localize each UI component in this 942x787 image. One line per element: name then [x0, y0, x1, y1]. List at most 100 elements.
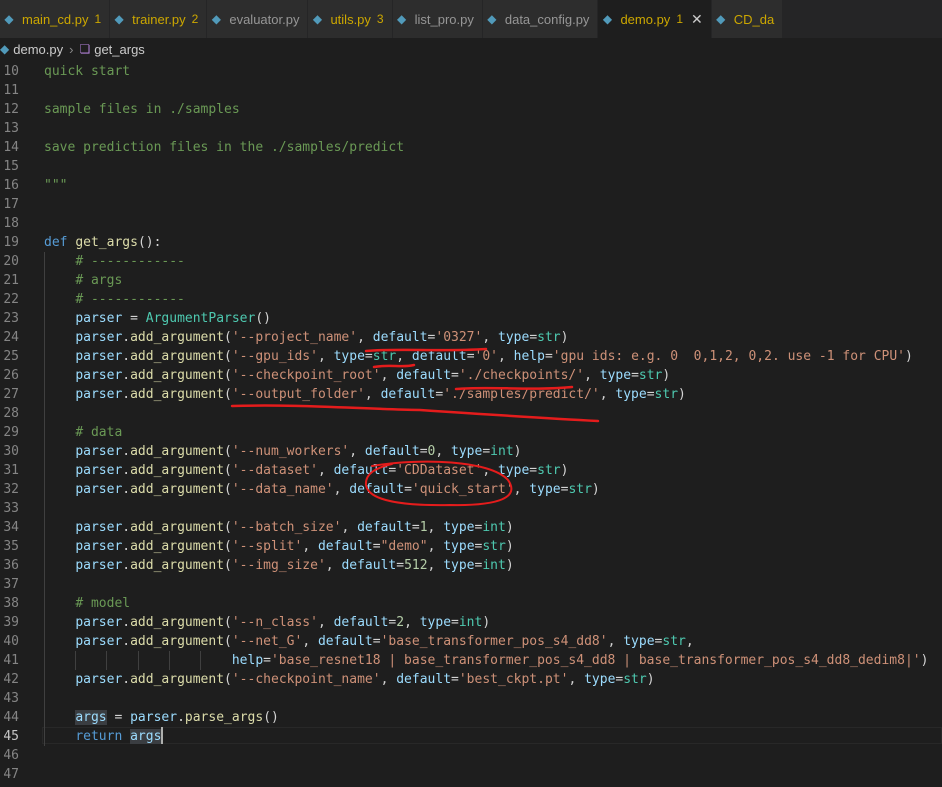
code-token: ) [513, 444, 522, 459]
code-line[interactable]: 25 parser.add_argument('--gpu_ids', type… [0, 347, 942, 366]
code-line[interactable]: 11 [0, 81, 942, 100]
tab-label: demo.py [620, 11, 671, 27]
code-line[interactable]: 32 parser.add_argument('--data_name', de… [0, 480, 942, 499]
code-token: , [364, 387, 381, 402]
code-token: # ------------ [75, 292, 185, 307]
breadcrumb-symbol[interactable]: get_args [94, 42, 145, 57]
code-token: parser [75, 634, 123, 649]
code-line[interactable]: 41 help='base_resnet18 | base_transforme… [0, 651, 942, 670]
code-line[interactable]: 23 parser = ArgumentParser() [0, 309, 942, 328]
code-token: . [122, 615, 131, 630]
problem-count-badge: 3 [376, 12, 384, 26]
code-line[interactable]: 40 parser.add_argument('--net_G', defaul… [0, 632, 942, 651]
code-line[interactable]: 43 [0, 689, 942, 708]
code-line[interactable]: 28 [0, 404, 942, 423]
code-line[interactable]: 21 # args [0, 271, 942, 290]
code-token: """ [44, 178, 68, 193]
function-cube-icon: ❏ [79, 42, 91, 56]
code-line[interactable]: 27 parser.add_argument('--output_folder'… [0, 385, 942, 404]
code-text: parser.add_argument('--img_size', defaul… [44, 556, 513, 575]
code-token: , [568, 672, 585, 687]
code-token: 512 [404, 558, 428, 573]
line-number: 38 [3, 596, 19, 611]
code-line[interactable]: 34 parser.add_argument('--batch_size', d… [0, 518, 942, 537]
code-line[interactable]: 19 def get_args(): [0, 233, 942, 252]
code-line[interactable]: 31 parser.add_argument('--dataset', defa… [0, 461, 942, 480]
code-token: ) [920, 653, 929, 668]
code-token: '--project_name' [231, 330, 358, 345]
code-token: , [482, 463, 498, 478]
code-line[interactable]: 24 parser.add_argument('--project_name',… [0, 328, 942, 347]
line-number: 24 [3, 330, 19, 345]
code-line[interactable]: 18 [0, 214, 942, 233]
code-token: add_argument [130, 463, 225, 478]
code-token: , [404, 615, 420, 630]
code-token: = [364, 349, 373, 364]
code-line[interactable]: 14 save prediction files in the ./samples… [0, 138, 942, 157]
code-line[interactable]: 17 [0, 195, 942, 214]
tab-utils-py[interactable]: ◆ utils.py 3 [308, 0, 393, 38]
python-file-icon: ◆ [4, 12, 14, 26]
code-token: , [317, 615, 334, 630]
tab-cd-da[interactable]: ◆ CD_da [711, 0, 784, 38]
code-line[interactable]: 13 [0, 119, 942, 138]
code-token: ( [224, 463, 232, 478]
code-line[interactable]: 35 parser.add_argument('--split', defaul… [0, 537, 942, 556]
code-token: ( [224, 482, 232, 497]
code-token: '--dataset' [231, 463, 318, 478]
code-line[interactable]: 12 sample files in ./samples [0, 100, 942, 119]
code-line[interactable]: 38 # model [0, 594, 942, 613]
code-token: int [482, 558, 506, 573]
code-token: = [451, 615, 459, 630]
code-line[interactable]: 29 # data [0, 423, 942, 442]
code-editor[interactable]: 10 quick start 11 12 sample files in ./sampl… [0, 62, 942, 787]
python-file-icon: ◆ [716, 12, 726, 26]
code-token: , [513, 482, 530, 497]
code-line[interactable]: 39 parser.add_argument('--n_class', defa… [0, 613, 942, 632]
tab-demo-py[interactable]: ◆ demo.py 1 ✕ [598, 0, 712, 38]
code-line[interactable]: 33 [0, 499, 942, 518]
tab-trainer-py[interactable]: ◆ trainer.py 2 [110, 0, 208, 38]
code-token: ( [224, 615, 232, 630]
code-token: '--output_folder' [231, 387, 365, 402]
tab-data-config-py[interactable]: ◆ data_config.py [482, 0, 599, 38]
code-line[interactable]: 20 # ------------ [0, 252, 942, 271]
code-token: default [411, 349, 467, 364]
tab-label: data_config.py [504, 11, 590, 27]
code-token: = [529, 330, 538, 345]
code-line[interactable]: 42 parser.add_argument('--checkpoint_nam… [0, 670, 942, 689]
code-line[interactable]: 46 [0, 746, 942, 765]
tab-evaluator-py[interactable]: ◆ evaluator.py [207, 0, 309, 38]
code-line[interactable]: 44 args = parser.parse_args() [0, 708, 942, 727]
code-text: save prediction files in the ./samples/p… [44, 138, 404, 157]
code-token: . [122, 387, 131, 402]
code-line[interactable]: 22 # ------------ [0, 290, 942, 309]
code-line[interactable]: 36 parser.add_argument('--img_size', def… [0, 556, 942, 575]
close-icon[interactable]: ✕ [691, 11, 703, 28]
code-line[interactable]: 26 parser.add_argument('--checkpoint_roo… [0, 366, 942, 385]
code-token: '--batch_size' [231, 520, 342, 535]
code-token: 'quick_start' [411, 482, 514, 497]
line-number: 40 [3, 634, 19, 649]
code-token: # ------------ [75, 254, 185, 269]
code-text: parser.add_argument('--n_class', default… [44, 613, 490, 632]
code-token: default [317, 634, 373, 649]
breadcrumb-file[interactable]: demo.py [13, 42, 63, 57]
code-line[interactable]: 15 [0, 157, 942, 176]
tab-list-pro-py[interactable]: ◆ list_pro.py [392, 0, 483, 38]
code-token: parser [75, 330, 123, 345]
code-token: () [255, 311, 271, 326]
code-token: ( [224, 444, 232, 459]
code-line[interactable]: 37 [0, 575, 942, 594]
code-line[interactable]: 47 [0, 765, 942, 784]
tab-main-cd-py[interactable]: ◆ main_cd.py 1 [0, 0, 111, 38]
line-number: 47 [3, 767, 19, 782]
code-token: add_argument [130, 634, 225, 649]
code-line[interactable]: 16 """ [0, 176, 942, 195]
code-line[interactable]: 45 return args [0, 727, 942, 746]
code-line[interactable]: 10 quick start [0, 62, 942, 81]
code-line[interactable]: 30 parser.add_argument('--num_workers', … [0, 442, 942, 461]
